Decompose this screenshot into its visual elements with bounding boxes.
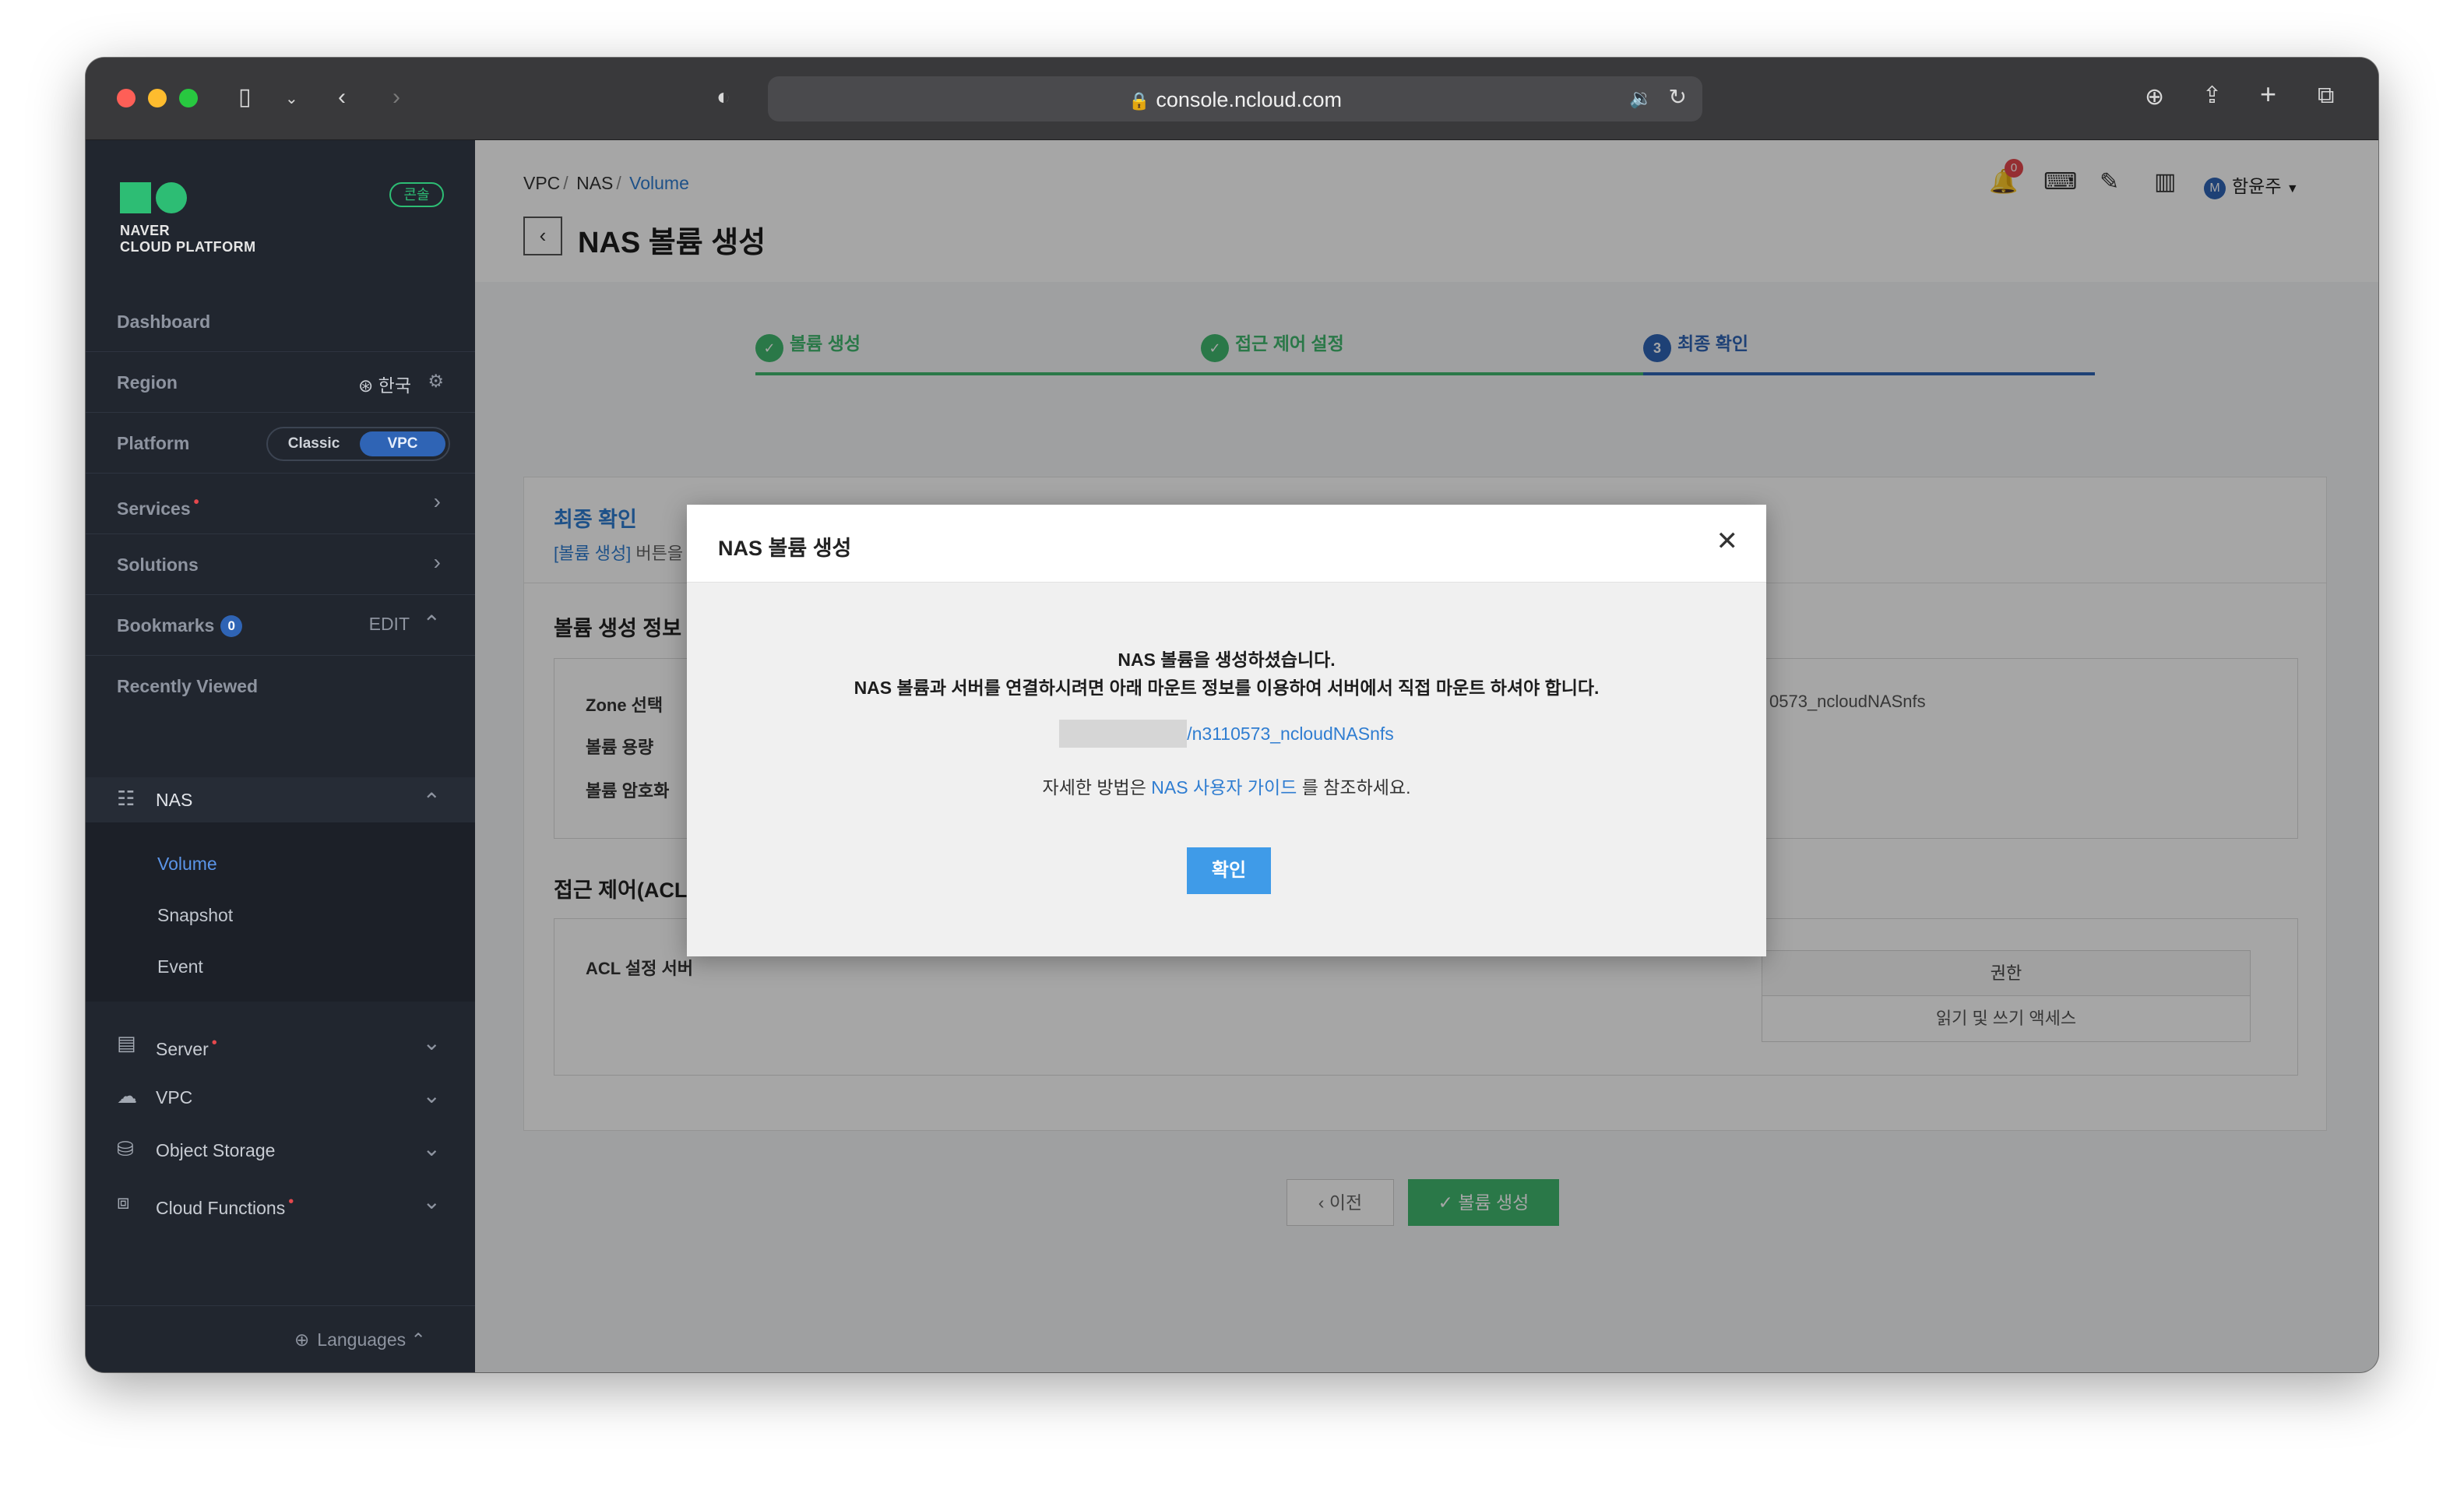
platform-vpc-option[interactable]: VPC xyxy=(360,431,445,456)
address-bar[interactable]: 🔒 console.ncloud.com 🔉 ↻ xyxy=(768,76,1702,121)
sidebar-item-cloud-functions[interactable]: ⧈ Cloud Functions • ⌄ xyxy=(86,1178,475,1229)
browser-window: ▯ ⌄ ‹ › ◐ 🔒 console.ncloud.com 🔉 ↻ ⊕ ⇪ + … xyxy=(86,58,2378,1372)
share-icon[interactable]: ⇪ xyxy=(2202,84,2222,107)
chevron-down-icon: ⌄ xyxy=(422,1030,441,1055)
modal-message-line2: NAS 볼륨과 서버를 연결하시려면 아래 마운트 정보를 이용하여 서버에서 … xyxy=(854,678,1600,698)
modal-title: NAS 볼륨 생성 xyxy=(718,537,852,560)
sidebar-item-bookmarks[interactable]: Bookmarks 0 EDIT ⌃ xyxy=(86,595,475,656)
sidebar: NAVER CLOUD PLATFORM 콘솔 Dashboard Region … xyxy=(86,140,475,1372)
lock-icon: 🔒 xyxy=(1128,91,1150,111)
chevron-down-icon: ⌄ xyxy=(422,1136,441,1160)
sidebar-item-dashboard[interactable]: Dashboard xyxy=(86,291,475,352)
platform-classic-option[interactable]: Classic xyxy=(273,431,355,456)
chevron-down-icon: ⌄ xyxy=(422,1083,441,1107)
sidebar-item-object-storage[interactable]: ⛁ Object Storage ⌄ xyxy=(86,1125,475,1176)
bookmarks-edit-button[interactable]: EDIT xyxy=(369,614,410,635)
globe-icon: ⊕ xyxy=(294,1329,310,1350)
close-icon[interactable]: ✕ xyxy=(1716,528,1739,555)
modal-message-line1: NAS 볼륨을 생성하셨습니다. xyxy=(1118,650,1336,670)
close-window-button[interactable] xyxy=(117,89,136,107)
sidebar-subitem-event[interactable]: Event xyxy=(157,956,203,977)
guide-text: 자세한 방법은 NAS 사용자 가이드 를 참조하세요. xyxy=(1042,777,1411,798)
new-dot: • xyxy=(288,1193,294,1210)
forward-arrow-icon[interactable]: › xyxy=(392,86,400,109)
url-text: console.ncloud.com xyxy=(1156,88,1343,111)
bookmarks-count-badge: 0 xyxy=(220,615,243,637)
gear-icon[interactable]: ⚙ xyxy=(428,371,444,392)
back-arrow-icon[interactable]: ‹ xyxy=(338,86,346,109)
download-icon[interactable]: ⊕ xyxy=(2145,86,2164,109)
chevron-down-icon[interactable]: ⌄ xyxy=(285,87,298,111)
zoom-window-button[interactable] xyxy=(179,89,198,107)
logo-text: NAVER CLOUD PLATFORM xyxy=(120,223,256,255)
sidebar-item-region[interactable]: Region ⊛ 한국 ⚙ xyxy=(86,352,475,413)
sidebar-item-nas[interactable]: ☷ NAS ⌃ xyxy=(86,777,475,822)
chevron-up-icon: ⌃ xyxy=(410,1329,426,1350)
mount-path-link[interactable]: /n3110573_ncloudNASnfs xyxy=(1187,724,1394,744)
nas-create-modal: NAS 볼륨 생성 ✕ NAS 볼륨을 생성하셨습니다. NAS 볼륨과 서버를… xyxy=(687,505,1766,956)
chevron-down-icon: ⌄ xyxy=(422,1189,441,1213)
new-dot: • xyxy=(193,494,199,511)
new-dot: • xyxy=(211,1034,217,1051)
browser-toolbar: ▯ ⌄ ‹ › ◐ 🔒 console.ncloud.com 🔉 ↻ ⊕ ⇪ + … xyxy=(86,58,2378,140)
languages-menu[interactable]: ⊕ Languages ⌃ xyxy=(86,1305,475,1372)
reload-icon[interactable]: ↻ xyxy=(1669,86,1687,109)
chevron-right-icon: › xyxy=(433,550,441,574)
sidebar-item-vpc[interactable]: ☁ VPC ⌄ xyxy=(86,1072,475,1123)
sidebar-item-recently-viewed: Recently Viewed xyxy=(117,676,259,696)
minimize-window-button[interactable] xyxy=(148,89,167,107)
sidebar-item-server[interactable]: ▤ Server • ⌄ xyxy=(86,1019,475,1070)
sidebar-item-solutions[interactable]: Solutions › xyxy=(86,534,475,595)
speaker-icon[interactable]: 🔉 xyxy=(1629,87,1653,111)
nas-storage-icon: ☷ xyxy=(117,787,136,810)
sidebar-toggle-icon[interactable]: ▯ xyxy=(238,86,252,109)
tabs-overview-icon[interactable]: ⧉ xyxy=(2318,84,2334,107)
confirm-button[interactable]: 확인 xyxy=(1187,847,1271,894)
server-icon: ▤ xyxy=(117,1031,136,1055)
nas-submenu: Volume Snapshot Event xyxy=(86,822,475,1002)
nas-user-guide-link[interactable]: NAS 사용자 가이드 xyxy=(1151,777,1297,798)
shield-icon[interactable]: ◐ xyxy=(716,86,730,109)
sidebar-item-platform: Platform Classic VPC xyxy=(86,413,475,474)
object-storage-icon: ⛁ xyxy=(117,1137,134,1160)
sidebar-subitem-volume[interactable]: Volume xyxy=(157,854,217,875)
mount-info: /n3110573_ncloudNASnfs xyxy=(687,720,1766,748)
chevron-up-icon[interactable]: ⌃ xyxy=(423,611,441,636)
chevron-up-icon[interactable]: ⌃ xyxy=(423,788,441,814)
region-value[interactable]: ⊛ 한국 xyxy=(358,371,411,397)
korea-flag-icon: ⊛ xyxy=(358,375,374,396)
vpc-cloud-icon: ☁ xyxy=(117,1084,137,1107)
console-badge: 콘솔 xyxy=(389,182,444,207)
platform-toggle[interactable]: Classic VPC xyxy=(266,427,450,461)
cloud-functions-icon: ⧈ xyxy=(117,1190,130,1213)
sidebar-item-services[interactable]: Services • › xyxy=(86,474,475,534)
new-tab-icon[interactable]: + xyxy=(2260,80,2276,108)
chevron-right-icon: › xyxy=(433,489,441,513)
sidebar-subitem-snapshot[interactable]: Snapshot xyxy=(157,905,233,926)
redacted-mount-prefix xyxy=(1059,720,1188,748)
